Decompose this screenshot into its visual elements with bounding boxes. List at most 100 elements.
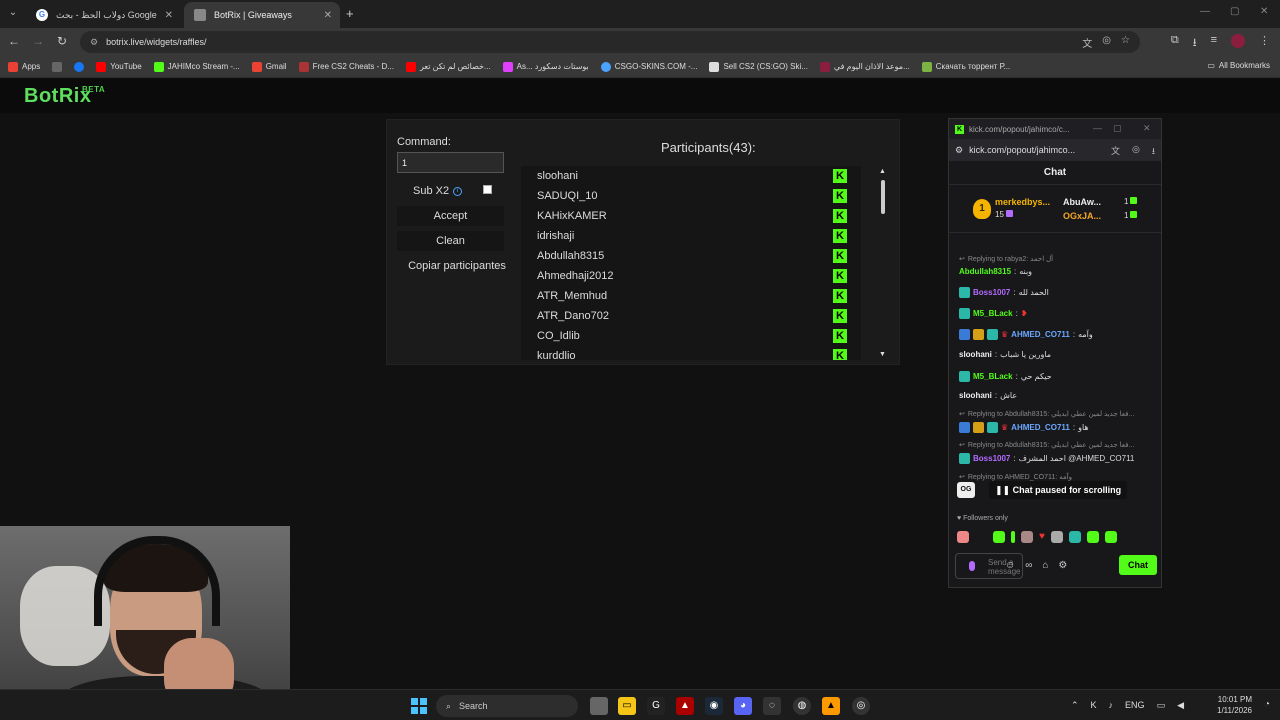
menu-icon[interactable]: ⋮ (1259, 34, 1270, 53)
bookmark-discord-posts[interactable]: As... بوستات دسكورد (502, 61, 589, 72)
chat-username[interactable]: AHMED_CO711 (1011, 330, 1070, 339)
windows-start-icon[interactable] (411, 698, 427, 714)
bookmark-youtube[interactable]: YouTube (96, 61, 142, 72)
eye-off-icon[interactable]: ◎ (1102, 35, 1111, 50)
emote-icon[interactable] (975, 531, 987, 543)
tab-search-button[interactable]: ⌄ (4, 4, 22, 22)
bookmark-youtube-2[interactable]: خصائص لم تكن تعر... (405, 61, 491, 72)
language-indicator[interactable]: ENG (1125, 700, 1145, 711)
kick-url-bar[interactable]: ⚙ kick.com/popout/jahimco... 文 ◎ ⭳ (949, 139, 1161, 161)
microphone-icon[interactable]: ♪ (1109, 700, 1114, 711)
reload-icon[interactable]: ↻ (54, 34, 70, 48)
taskbar-search[interactable]: ⌕ Search (436, 695, 578, 717)
scroll-thumb[interactable] (881, 180, 885, 214)
emote-icon[interactable] (1050, 531, 1063, 543)
app-icon[interactable]: ◌ (763, 697, 781, 715)
app-icon[interactable]: ▲ (822, 697, 840, 715)
store-icon[interactable]: ⌂ (1042, 560, 1048, 571)
chat-username[interactable]: M5_BLack (973, 372, 1013, 381)
accept-button[interactable]: Accept (397, 206, 504, 226)
botrix-logo[interactable]: BotRix BETA (24, 85, 105, 108)
info-icon[interactable]: i (453, 186, 463, 196)
chat-username[interactable]: Abdullah8315 (959, 267, 1011, 276)
media-icon[interactable]: ≡ (1211, 34, 1217, 53)
address-bar[interactable]: ⚙ botrix.live/widgets/raffles/ 文 ◎ ☆ (80, 31, 1140, 53)
chrome-icon[interactable]: ◍ (793, 697, 811, 715)
chat-username[interactable]: Boss1007 (973, 288, 1010, 297)
leaderboard-third-name[interactable]: OGxJA... (1063, 211, 1101, 221)
tab-google-search[interactable]: G دولاب الحظ - بحث Google ✕ (26, 2, 181, 28)
scroll-up-icon[interactable]: ▲ (879, 168, 886, 175)
chat-messages[interactable]: ↩ Replying to rabya2: أل احمد Abdullah831… (949, 235, 1161, 505)
bookmark-gmail[interactable]: Gmail (251, 61, 287, 72)
emote-icon[interactable] (1068, 531, 1081, 543)
sub-x2-checkbox[interactable] (483, 185, 492, 194)
leaderboard-second-name[interactable]: AbuAw... (1063, 197, 1101, 207)
new-tab-button[interactable]: + (346, 6, 354, 21)
heart-emote-icon[interactable]: ♥ (1039, 531, 1045, 543)
obs-icon[interactable]: ◎ (852, 697, 870, 715)
emote-picker-icon[interactable]: ∞ (1025, 560, 1032, 571)
participants-list[interactable]: sloohani K SADUQI_10 K KAHixKAMER K idrisha… (521, 166, 861, 360)
site-info-icon[interactable]: ⚙ (955, 145, 963, 156)
send-chat-button[interactable]: Chat (1119, 555, 1157, 575)
close-icon[interactable]: ✕ (165, 10, 173, 21)
bookmark-sell-cs2[interactable]: Sell CS2 (CS:GO) Ski... (709, 61, 808, 72)
clean-button[interactable]: Clean (397, 231, 504, 251)
close-icon[interactable]: ✕ (324, 10, 332, 21)
notification-icon[interactable]: ◔ (1264, 699, 1270, 710)
app-icon[interactable]: ▲ (676, 697, 694, 715)
tab-botrix[interactable]: BotRix | Giveaways ✕ (184, 2, 340, 28)
chat-username[interactable]: Boss1007 (973, 454, 1010, 463)
bookmark-csgo-skins[interactable]: CSGO-SKINS.COM -... (600, 61, 697, 72)
emote-icon[interactable] (1086, 531, 1099, 543)
participants-scrollbar[interactable]: ▲ ▼ (879, 168, 887, 358)
star-icon[interactable]: ☆ (1121, 35, 1130, 50)
scroll-down-icon[interactable]: ▼ (879, 351, 886, 358)
volume-icon[interactable]: ◀ (1177, 700, 1184, 711)
leaderboard-first-name[interactable]: merkedbys... (995, 197, 1050, 207)
app-tray-icon[interactable]: K (1091, 700, 1097, 711)
bookmark-torrent[interactable]: Скачать торрент Р... (921, 61, 1010, 72)
download-icon[interactable]: ⭳ (1152, 144, 1155, 160)
minimize-icon[interactable]: — (1093, 123, 1102, 133)
bookmark-apps-grid[interactable] (52, 61, 63, 72)
chevron-up-icon[interactable]: ⌃ (1071, 700, 1079, 711)
bookmark-facebook[interactable] (74, 61, 85, 72)
emote-icon[interactable] (1104, 531, 1117, 543)
emote-icon[interactable] (1011, 531, 1015, 543)
steam-icon[interactable]: ◉ (705, 697, 723, 715)
discord-icon[interactable]: ◕ (734, 697, 752, 715)
site-info-icon[interactable]: ⚙ (90, 37, 98, 48)
back-icon[interactable]: ← (6, 34, 22, 48)
taskbar-clock[interactable]: 10:01 PM 1/11/2026 (1217, 694, 1252, 716)
app-icon[interactable]: G (647, 697, 665, 715)
microphone-icon[interactable] (969, 561, 975, 571)
bookmark-apps[interactable]: Apps (8, 61, 40, 72)
maximize-icon[interactable]: ▢ (1113, 123, 1122, 134)
minimize-icon[interactable]: — (1200, 6, 1210, 17)
chat-username[interactable]: sloohani (959, 391, 992, 400)
gear-icon[interactable]: ⚙ (1058, 560, 1067, 571)
chat-paused-banner[interactable]: ❚❚ Chat paused for scrolling (989, 481, 1128, 499)
chat-username[interactable]: M5_BLack (973, 309, 1013, 318)
translate-icon[interactable]: 文 (1111, 144, 1120, 160)
all-bookmarks[interactable]: ▭ All Bookmarks (1207, 61, 1270, 70)
close-window-icon[interactable]: ✕ (1260, 6, 1268, 17)
copy-participants-button[interactable]: Copiar participantes (393, 256, 521, 276)
network-icon[interactable]: ▭ (1157, 700, 1166, 711)
task-view-icon[interactable] (590, 697, 608, 715)
emote-icon[interactable] (957, 531, 969, 543)
bookmark-prayer-times[interactable]: موعد الاذان اليوم في... (819, 61, 910, 72)
file-explorer-icon[interactable]: ▭ (618, 697, 636, 715)
bookmark-cs2-cheats[interactable]: Free CS2 Cheats - D... (298, 61, 394, 72)
extensions-icon[interactable]: ⧉ (1171, 34, 1179, 53)
download-icon[interactable]: ⭳ (1193, 34, 1197, 53)
translate-icon[interactable]: 文 (1082, 35, 1092, 50)
eye-off-icon[interactable]: ◎ (1132, 144, 1140, 160)
chat-username[interactable]: AHMED_CO711 (1011, 423, 1070, 432)
close-window-icon[interactable]: ✕ (1143, 123, 1151, 134)
emote-icon[interactable] (993, 531, 1005, 543)
profile-avatar[interactable] (1231, 34, 1245, 48)
chat-username[interactable]: sloohani (959, 350, 992, 359)
